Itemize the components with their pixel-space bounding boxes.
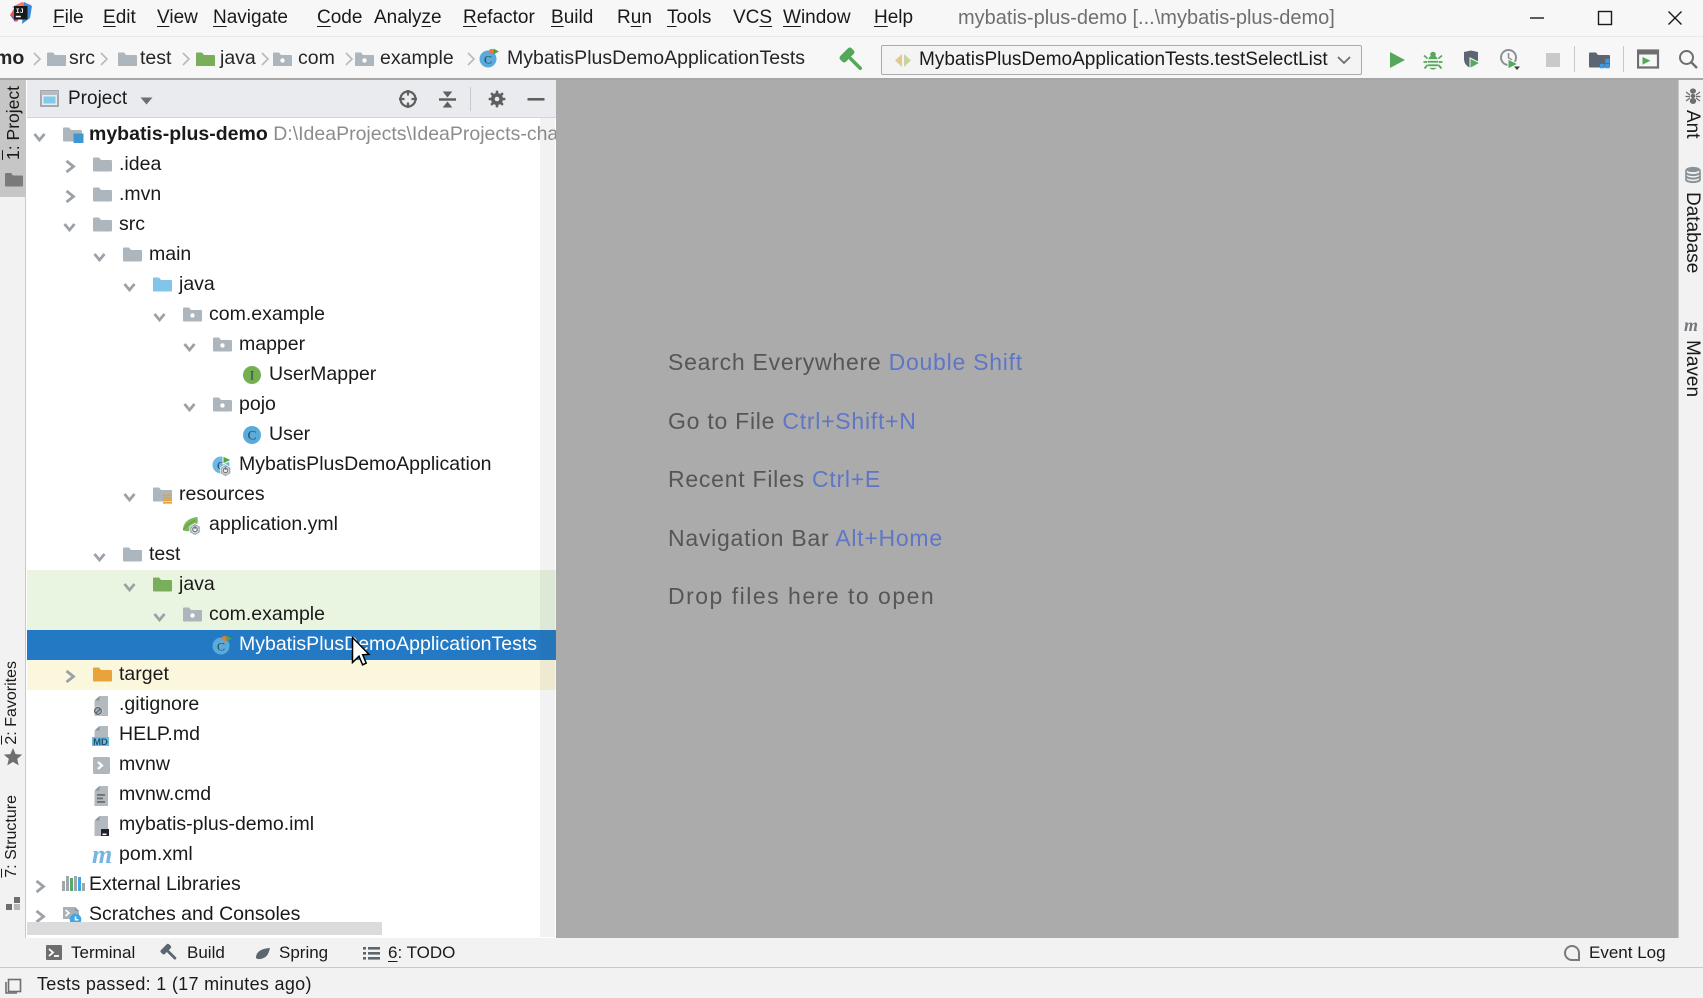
svg-text:m: m bbox=[92, 845, 112, 867]
svg-text:m: m bbox=[1684, 316, 1698, 334]
svg-text:C: C bbox=[484, 53, 492, 67]
svg-text:I: I bbox=[250, 368, 254, 383]
svg-text:IJ: IJ bbox=[16, 8, 24, 15]
svg-text:C: C bbox=[217, 640, 225, 654]
svg-text:C: C bbox=[248, 428, 257, 443]
svg-text:MD: MD bbox=[93, 737, 108, 746]
